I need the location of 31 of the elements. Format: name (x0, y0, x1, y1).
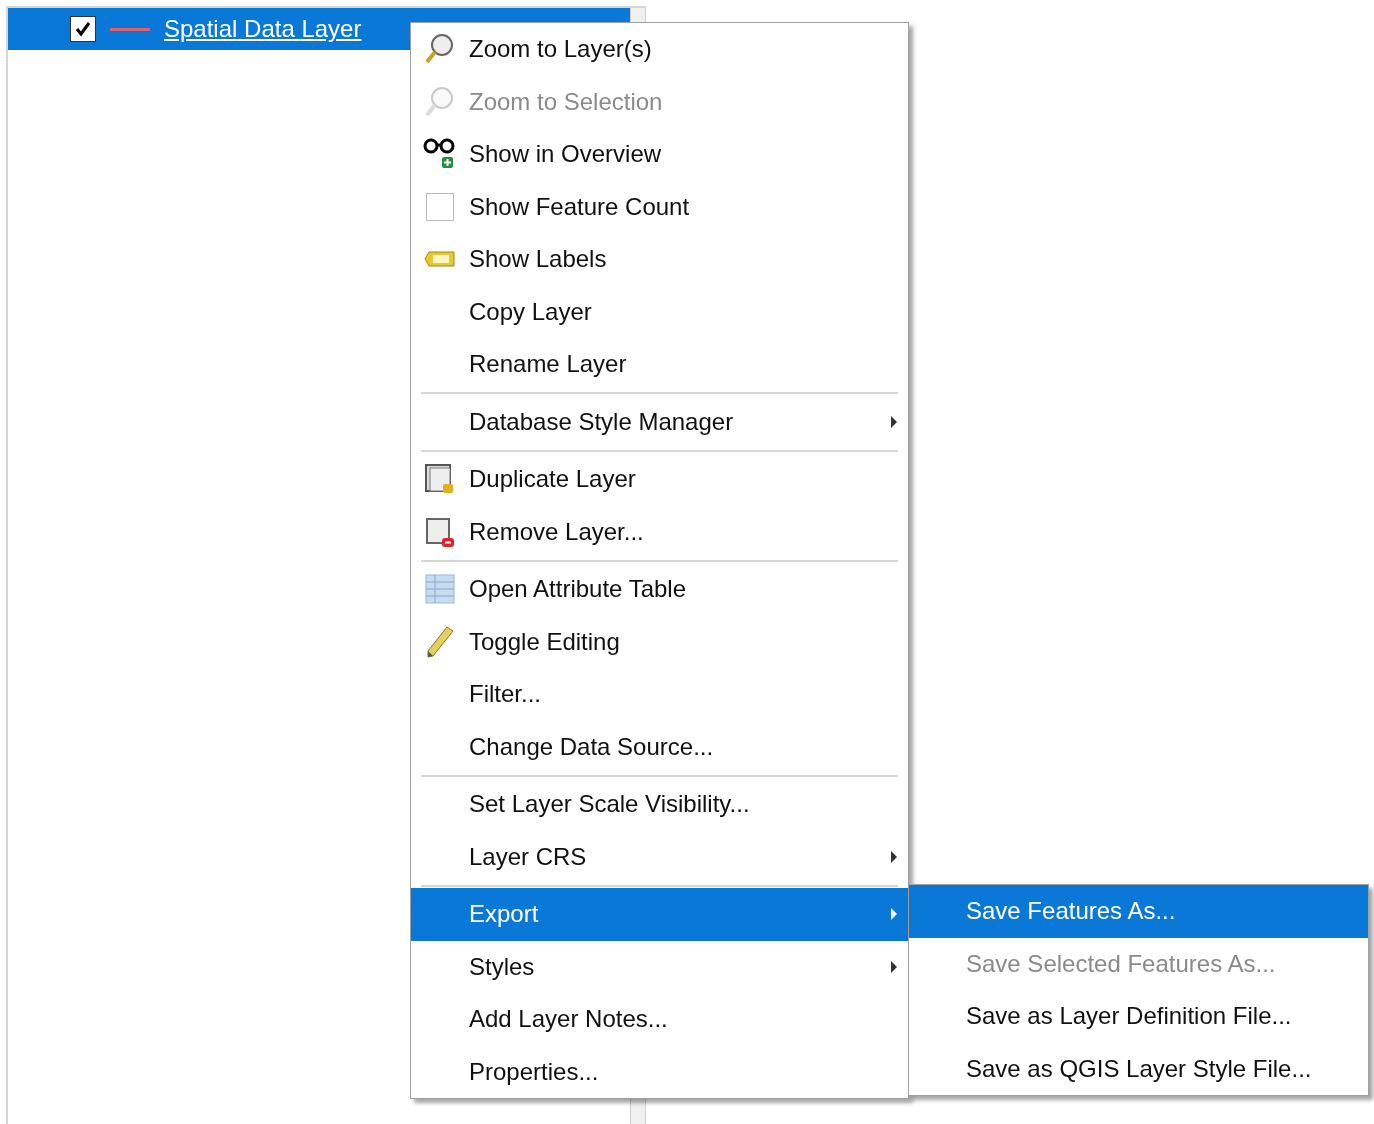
menu-item[interactable]: Show Labels (411, 233, 908, 286)
menu-item[interactable]: Layer CRS (411, 830, 908, 883)
checkbox[interactable] (426, 192, 454, 221)
menu-item[interactable]: Change Data Source... (411, 720, 908, 773)
menu-item[interactable]: Add Layer Notes... (411, 993, 908, 1046)
menu-item[interactable]: Rename Layer (411, 338, 908, 391)
menu-item[interactable]: Toggle Editing (411, 615, 908, 668)
submenu-arrow-icon (890, 959, 898, 974)
submenu-arrow-icon (890, 414, 898, 429)
menu-item[interactable]: Export (411, 888, 908, 941)
submenu-item[interactable]: Save as QGIS Layer Style File... (909, 1042, 1368, 1095)
label-tag-icon (423, 249, 457, 270)
submenu-arrow-icon (890, 849, 898, 864)
menu-item[interactable]: Filter... (411, 668, 908, 721)
menu-item[interactable]: Set Layer Scale Visibility... (411, 778, 908, 831)
menu-item[interactable]: Database Style Manager (411, 395, 908, 448)
submenu-arrow-icon (890, 907, 898, 922)
menu-item[interactable]: Properties... (411, 1045, 908, 1098)
menu-item[interactable]: Remove Layer... (411, 505, 908, 558)
menu-item[interactable]: Styles (411, 940, 908, 993)
layer-name: Spatial Data Layer (164, 14, 362, 44)
submenu-item[interactable]: Save Features As... (909, 885, 1368, 938)
menu-item[interactable]: Show in Overview (411, 128, 908, 181)
table-icon (423, 572, 457, 607)
submenu-item[interactable]: Save as Layer Definition File... (909, 990, 1368, 1043)
menu-item[interactable]: Duplicate Layer (411, 453, 908, 506)
layer-checkbox[interactable] (70, 16, 96, 42)
check-icon (74, 20, 92, 38)
menu-item[interactable]: Open Attribute Table (411, 563, 908, 616)
menu-item[interactable]: Show Feature Count (411, 180, 908, 233)
menu-item[interactable]: Copy Layer (411, 285, 908, 338)
